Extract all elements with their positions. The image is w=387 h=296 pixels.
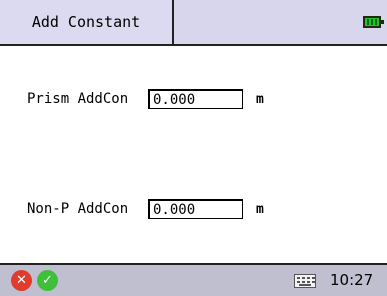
status-bar: ✕ ✓ 10:27 (0, 263, 387, 296)
non-prism-addcon-unit: m (256, 201, 264, 217)
non-prism-addcon-input[interactable] (148, 199, 243, 219)
prism-addcon-label: Prism AddCon (27, 91, 129, 107)
prism-addcon-input[interactable] (148, 89, 243, 109)
title-bar: Add Constant (0, 0, 387, 46)
prism-addcon-unit: m (256, 91, 264, 107)
battery-icon (363, 16, 384, 28)
page-title: Add Constant (0, 0, 174, 44)
ok-icon[interactable]: ✓ (37, 270, 58, 291)
clock-time: 10:27 (330, 271, 374, 289)
cancel-icon[interactable]: ✕ (11, 270, 32, 291)
prism-addcon-row: Prism AddCon m (27, 89, 264, 109)
keyboard-icon[interactable] (294, 274, 316, 288)
non-prism-addcon-label: Non-P AddCon (27, 201, 129, 217)
non-prism-addcon-row: Non-P AddCon m (27, 199, 264, 219)
